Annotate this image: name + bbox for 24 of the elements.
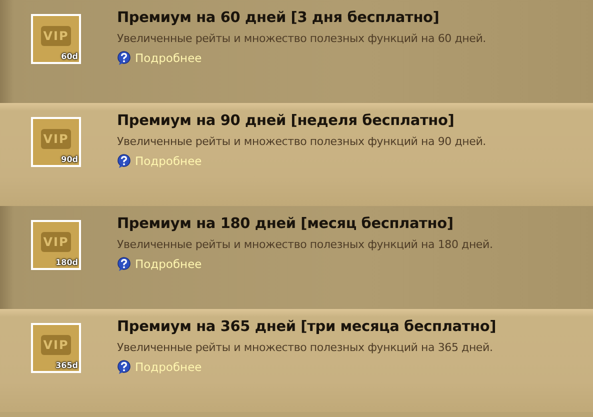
details-link[interactable]: Подробнее: [135, 154, 202, 168]
offer-title: Премиум на 180 дней [месяц бесплатно]: [117, 216, 454, 232]
offer-description: Увеличенные рейты и множество полезных функций на 60 дней.: [117, 32, 486, 45]
help-icon: [117, 257, 131, 271]
duration-label: 365d: [56, 361, 78, 371]
help-icon: [117, 51, 131, 65]
help-icon: [117, 154, 131, 168]
vip-label: VIP: [41, 129, 71, 149]
offer-title: Премиум на 365 дней [три месяца бесплатно]: [117, 319, 496, 335]
details-link[interactable]: Подробнее: [135, 51, 202, 65]
duration-label: 60d: [61, 52, 78, 62]
details-link[interactable]: Подробнее: [135, 360, 202, 374]
vip-label: VIP: [41, 26, 71, 46]
offer-description: Увеличенные рейты и множество полезных функций на 180 дней.: [117, 238, 493, 251]
vip-label: VIP: [41, 232, 71, 252]
help-icon: [117, 360, 131, 374]
duration-label: 90d: [61, 155, 78, 165]
offer-description: Увеличенные рейты и множество полезных функций на 365 дней.: [117, 341, 493, 354]
vip-label: VIP: [41, 335, 71, 355]
details-link[interactable]: Подробнее: [135, 257, 202, 271]
offer-title: Премиум на 60 дней [3 дня бесплатно]: [117, 10, 440, 26]
offer-title: Премиум на 90 дней [неделя бесплатно]: [117, 113, 454, 129]
duration-label: 180d: [56, 258, 78, 268]
offer-description: Увеличенные рейты и множество полезных функций на 90 дней.: [117, 135, 486, 148]
